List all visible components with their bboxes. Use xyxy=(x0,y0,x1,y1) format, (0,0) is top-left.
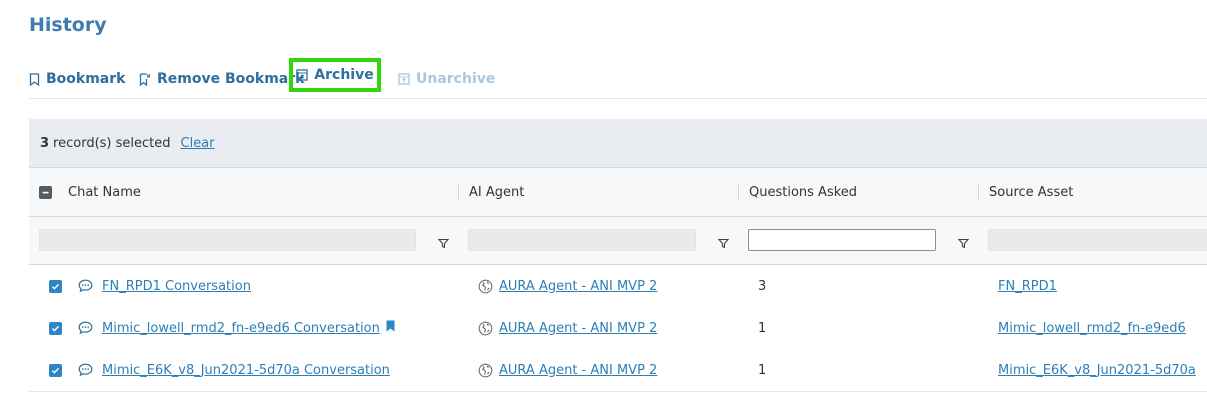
unarchive-icon xyxy=(398,73,410,85)
bookmark-button[interactable]: Bookmark xyxy=(29,71,125,87)
ai-agent-text: AURA Agent - ANI MVP 2 xyxy=(499,320,658,336)
questions-asked-filter-input[interactable] xyxy=(748,229,936,251)
chat-bubble-icon xyxy=(78,265,93,307)
source-asset-text: Mimic_E6K_v8_Jun2021-5d70a xyxy=(998,362,1196,378)
source-asset-text: FN_RPD1 xyxy=(998,278,1057,294)
bookmark-outline-icon xyxy=(29,72,40,86)
grid-header-row: Chat Name AI Agent Questions Asked Sourc… xyxy=(29,168,1207,217)
questions-asked-value: 1 xyxy=(758,307,766,349)
select-all-checkbox[interactable] xyxy=(39,168,52,216)
source-asset-text: Mimic_lowell_rmd2_fn-e9ed6 xyxy=(998,320,1186,336)
table-row[interactable]: Mimic_E6K_v8_Jun2021-5d70a Conversation … xyxy=(29,349,1207,392)
source-asset-filter-input[interactable] xyxy=(988,229,1207,251)
archive-icon xyxy=(296,69,308,81)
chat-name-text: Mimic_lowell_rmd2_fn-e9ed6 Conversation xyxy=(102,320,380,336)
archive-highlight: Archive xyxy=(289,58,381,92)
column-header-questions-asked-label: Questions Asked xyxy=(749,184,858,200)
bookmark-filled-icon xyxy=(386,320,395,336)
ai-agent-filter-input[interactable] xyxy=(468,229,696,251)
source-asset-link[interactable]: FN_RPD1 xyxy=(998,265,1057,307)
agent-globe-icon xyxy=(478,265,493,307)
indeterminate-checkbox-icon xyxy=(39,185,52,199)
bookmark-label: Bookmark xyxy=(46,71,126,87)
checkbox-checked-icon xyxy=(49,363,62,377)
row-checkbox[interactable] xyxy=(49,307,62,349)
questions-asked-text: 1 xyxy=(758,362,767,378)
chat-name-link[interactable]: Mimic_E6K_v8_Jun2021-5d70a Conversation xyxy=(102,349,390,391)
questions-asked-value: 1 xyxy=(758,349,766,391)
column-header-ai-agent-label: AI Agent xyxy=(469,184,525,200)
clear-selection-link[interactable]: Clear xyxy=(181,136,215,151)
source-asset-link[interactable]: Mimic_lowell_rmd2_fn-e9ed6 xyxy=(998,307,1186,349)
column-separator[interactable] xyxy=(978,185,979,199)
ai-agent-text: AURA Agent - ANI MVP 2 xyxy=(499,278,658,294)
archive-label: Archive xyxy=(314,67,374,83)
column-header-ai-agent[interactable]: AI Agent xyxy=(469,168,524,216)
history-grid: 3 record(s) selected Clear Chat Name AI … xyxy=(29,119,1207,403)
bookmark-remove-icon xyxy=(139,72,151,86)
toolbar: Bookmark Remove Bookmark Archive Unarchi… xyxy=(29,58,1207,92)
agent-globe-icon xyxy=(478,307,493,349)
table-row[interactable]: Mimic_lowell_rmd2_fn-e9ed6 Conversation … xyxy=(29,307,1207,350)
row-checkbox[interactable] xyxy=(49,265,62,307)
chat-name-text: FN_RPD1 Conversation xyxy=(102,278,251,294)
column-header-chat-name-label: Chat Name xyxy=(68,184,141,200)
selected-text: record(s) selected xyxy=(53,135,171,151)
filter-icon[interactable] xyxy=(957,234,970,253)
filter-icon[interactable] xyxy=(717,234,730,253)
column-header-questions-asked[interactable]: Questions Asked xyxy=(749,168,857,216)
questions-asked-text: 1 xyxy=(758,320,767,336)
table-row[interactable]: FN_RPD1 Conversation AURA Agent - ANI MV… xyxy=(29,265,1207,308)
ai-agent-link[interactable]: AURA Agent - ANI MVP 2 xyxy=(499,349,657,391)
chat-name-filter-input[interactable] xyxy=(39,229,416,251)
column-header-source-asset-label: Source Asset xyxy=(989,184,1074,200)
unarchive-label: Unarchive xyxy=(416,71,496,87)
chat-name-link[interactable]: FN_RPD1 Conversation xyxy=(102,265,251,307)
selected-count: 3 xyxy=(40,135,50,151)
chat-bubble-icon xyxy=(78,307,93,349)
source-asset-link[interactable]: Mimic_E6K_v8_Jun2021-5d70a xyxy=(998,349,1196,391)
unarchive-button[interactable]: Unarchive xyxy=(398,71,495,87)
filter-row xyxy=(29,217,1207,265)
chat-bubble-icon xyxy=(78,349,93,391)
remove-bookmark-button[interactable]: Remove Bookmark xyxy=(139,71,304,87)
column-separator[interactable] xyxy=(738,185,739,199)
remove-bookmark-label: Remove Bookmark xyxy=(157,71,305,87)
page-title: History xyxy=(29,14,107,36)
chat-name-text: Mimic_E6K_v8_Jun2021-5d70a Conversation xyxy=(102,362,390,378)
filter-icon[interactable] xyxy=(437,234,450,253)
column-header-chat-name[interactable]: Chat Name xyxy=(68,168,141,216)
questions-asked-value: 3 xyxy=(758,265,766,307)
ai-agent-text: AURA Agent - ANI MVP 2 xyxy=(499,362,658,378)
checkbox-checked-icon xyxy=(49,279,62,293)
column-header-source-asset[interactable]: Source Asset xyxy=(989,168,1073,216)
ai-agent-link[interactable]: AURA Agent - ANI MVP 2 xyxy=(499,307,657,349)
column-separator[interactable] xyxy=(458,185,459,199)
ai-agent-link[interactable]: AURA Agent - ANI MVP 2 xyxy=(499,265,657,307)
agent-globe-icon xyxy=(478,349,493,391)
checkbox-checked-icon xyxy=(49,321,62,335)
toolbar-divider xyxy=(29,98,1207,99)
selection-bar: 3 record(s) selected Clear xyxy=(29,119,1207,168)
chat-name-link[interactable]: Mimic_lowell_rmd2_fn-e9ed6 Conversation xyxy=(102,307,395,349)
archive-button[interactable]: Archive xyxy=(296,67,374,83)
questions-asked-text: 3 xyxy=(758,278,767,294)
row-checkbox[interactable] xyxy=(49,349,62,391)
